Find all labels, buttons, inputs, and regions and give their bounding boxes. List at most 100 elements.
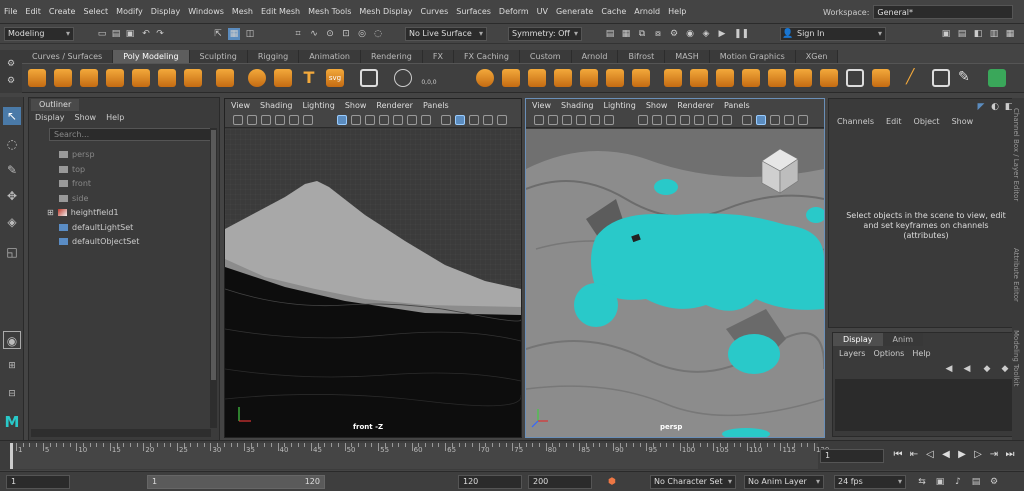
loop-icon[interactable]: ⇆ (916, 476, 928, 488)
menu-uv[interactable]: UV (533, 7, 552, 16)
persp-bookmark-icon[interactable] (562, 115, 572, 125)
hypershade-icon[interactable]: ◉ (684, 28, 696, 40)
select-component-icon[interactable]: ◫ (244, 28, 256, 40)
play-forward-icon[interactable]: ▶ (956, 449, 968, 461)
persp-grid-toggle-icon[interactable] (638, 115, 648, 125)
shelf-tab-rigging[interactable]: Rigging (247, 50, 300, 63)
bridge-icon[interactable] (632, 69, 650, 87)
shelf-tab-sculpting[interactable]: Sculpting (189, 50, 248, 63)
persp-camera-select-icon[interactable] (534, 115, 544, 125)
character-set-dropdown[interactable]: No Character Set (650, 475, 736, 489)
shelf-settings-icon[interactable]: ⚙ (5, 58, 17, 70)
shelf-tab-arnold[interactable]: Arnold (571, 50, 619, 63)
viewport-front-canvas[interactable]: front -Z (225, 129, 521, 437)
shadows-icon[interactable] (497, 115, 507, 125)
menu-select[interactable]: Select (79, 7, 112, 16)
symmetry-dropdown[interactable]: Symmetry: Off (508, 27, 582, 41)
camera-attr-icon[interactable] (247, 115, 257, 125)
snap-grid-icon[interactable]: ⌗ (292, 28, 304, 40)
channel-show-menu[interactable]: Show (952, 117, 974, 126)
poly-sphere-icon[interactable] (28, 69, 46, 87)
outliner-scrollbar-horizontal[interactable] (31, 429, 211, 437)
shelf-tab-xgen[interactable]: XGen (795, 50, 839, 63)
shelf-tab-bifrost[interactable]: Bifrost (618, 50, 666, 63)
resolution-gate-icon[interactable] (365, 115, 375, 125)
poly-torus-icon[interactable] (132, 69, 150, 87)
persp-safe-action-icon[interactable] (708, 115, 718, 125)
boolean-icon[interactable] (554, 69, 572, 87)
poke-icon[interactable] (742, 69, 760, 87)
extrude-icon[interactable] (606, 69, 624, 87)
collapse-icon[interactable] (820, 69, 838, 87)
insert-edge-loop-icon[interactable]: ╱ (906, 69, 924, 87)
open-scene-icon[interactable]: ▤ (110, 28, 122, 40)
time-slider-track[interactable]: 1 5 10 15 20 25 30 35 40 45 50 55 60 65 70 75 80 85 90 95 10… (10, 443, 829, 469)
outliner-item[interactable]: defaultObjectSet (59, 235, 139, 248)
side-tab-attribute-editor[interactable]: Attribute Editor (1012, 248, 1020, 302)
shelf-tab-motion-graphics[interactable]: Motion Graphics (709, 50, 796, 63)
shelf-menu-icon[interactable]: ⚙ (5, 75, 17, 87)
channel-box-toggle-icon[interactable]: ◤ (975, 101, 987, 113)
persp-image-plane-icon[interactable] (576, 115, 586, 125)
vp-front-lighting-menu[interactable]: Lighting (302, 99, 334, 113)
step-back-frame-icon[interactable]: ◁ (924, 449, 936, 461)
separate-icon[interactable] (502, 69, 520, 87)
undo-icon[interactable]: ↶ (140, 28, 152, 40)
tool-settings-icon[interactable]: ◧ (972, 28, 984, 40)
auto-key-icon[interactable]: ⬢ (606, 476, 618, 488)
side-tab-channel-box[interactable]: Channel Box / Layer Editor (1012, 108, 1020, 201)
snap-view-icon[interactable]: ⊡ (340, 28, 352, 40)
uv-editor-icon[interactable] (360, 69, 378, 87)
menu-mesh-display[interactable]: Mesh Display (355, 7, 416, 16)
shelf-tab-fx[interactable]: FX (422, 50, 454, 63)
side-tab-modeling-toolkit[interactable]: Modeling Toolkit (1012, 330, 1020, 386)
play-backward-icon[interactable]: ◀ (940, 449, 952, 461)
arnold-pause-icon[interactable]: ❚❚ (734, 28, 749, 40)
safe-action-icon[interactable] (407, 115, 417, 125)
vp-front-shading-menu[interactable]: Shading (260, 99, 293, 113)
quad-draw-icon[interactable]: ✎ (958, 69, 976, 87)
shelf-options[interactable]: ⚙ ⚙ (0, 50, 22, 93)
two-view-layout-icon[interactable]: ⊟ (3, 385, 21, 403)
svg-tool-icon[interactable]: svg (326, 69, 344, 87)
vp-persp-renderer-menu[interactable]: Renderer (677, 99, 714, 113)
menu-modify[interactable]: Modify (112, 7, 147, 16)
wedge-icon[interactable] (768, 69, 786, 87)
menu-help[interactable]: Help (664, 7, 690, 16)
multi-cut-icon[interactable] (872, 69, 890, 87)
end-time-field[interactable]: 120 (458, 475, 522, 489)
anim-prefs-icon[interactable]: ▤ (970, 476, 982, 488)
attribute-editor-icon[interactable]: ▤ (956, 28, 968, 40)
merge-icon[interactable] (716, 69, 734, 87)
playback-speed-icon[interactable]: ▣ (934, 476, 946, 488)
current-frame-field[interactable]: 1 (820, 449, 884, 463)
anim-end-field[interactable]: 200 (528, 475, 592, 489)
offset-edge-loop-icon[interactable] (932, 69, 950, 87)
outliner-menu-help[interactable]: Help (106, 113, 124, 122)
sign-in-dropdown[interactable]: Sign In (780, 27, 886, 41)
combine-icon[interactable] (476, 69, 494, 87)
vp-persp-show-menu[interactable]: Show (646, 99, 668, 113)
persp-safe-title-icon[interactable] (722, 115, 732, 125)
playback-range-bar[interactable]: 1 120 (147, 475, 325, 489)
move-tool-icon[interactable]: ✥ (3, 187, 21, 205)
layer-options-menu[interactable]: Options (873, 349, 904, 358)
go-to-end-icon[interactable]: ⏭ (1004, 449, 1016, 461)
persp-smooth-shade-icon[interactable] (756, 115, 766, 125)
fill-hole-icon[interactable] (690, 69, 708, 87)
layer-help-menu[interactable]: Help (912, 349, 930, 358)
viewport-persp[interactable]: View Shading Lighting Show Renderer Pane… (525, 98, 825, 438)
center-pivot-icon[interactable]: 0,0,0 (420, 69, 438, 87)
menu-mesh[interactable]: Mesh (228, 7, 257, 16)
outliner-menu-display[interactable]: Display (35, 113, 65, 122)
textured-icon[interactable] (469, 115, 479, 125)
arnold-render-icon[interactable]: ◈ (700, 28, 712, 40)
step-back-key-icon[interactable]: ⇤ (908, 449, 920, 461)
workspace-dropdown[interactable]: General* (873, 5, 1014, 19)
modeling-toolkit-icon[interactable]: ▣ (940, 28, 952, 40)
arnold-ipr-icon[interactable]: ▶ (716, 28, 728, 40)
shelf-tab-fx-caching[interactable]: FX Caching (453, 50, 520, 63)
viewport-front[interactable]: View Shading Lighting Show Renderer Pane… (224, 98, 522, 438)
film-gate-icon[interactable] (351, 115, 361, 125)
snap-curve-icon[interactable]: ∿ (308, 28, 320, 40)
